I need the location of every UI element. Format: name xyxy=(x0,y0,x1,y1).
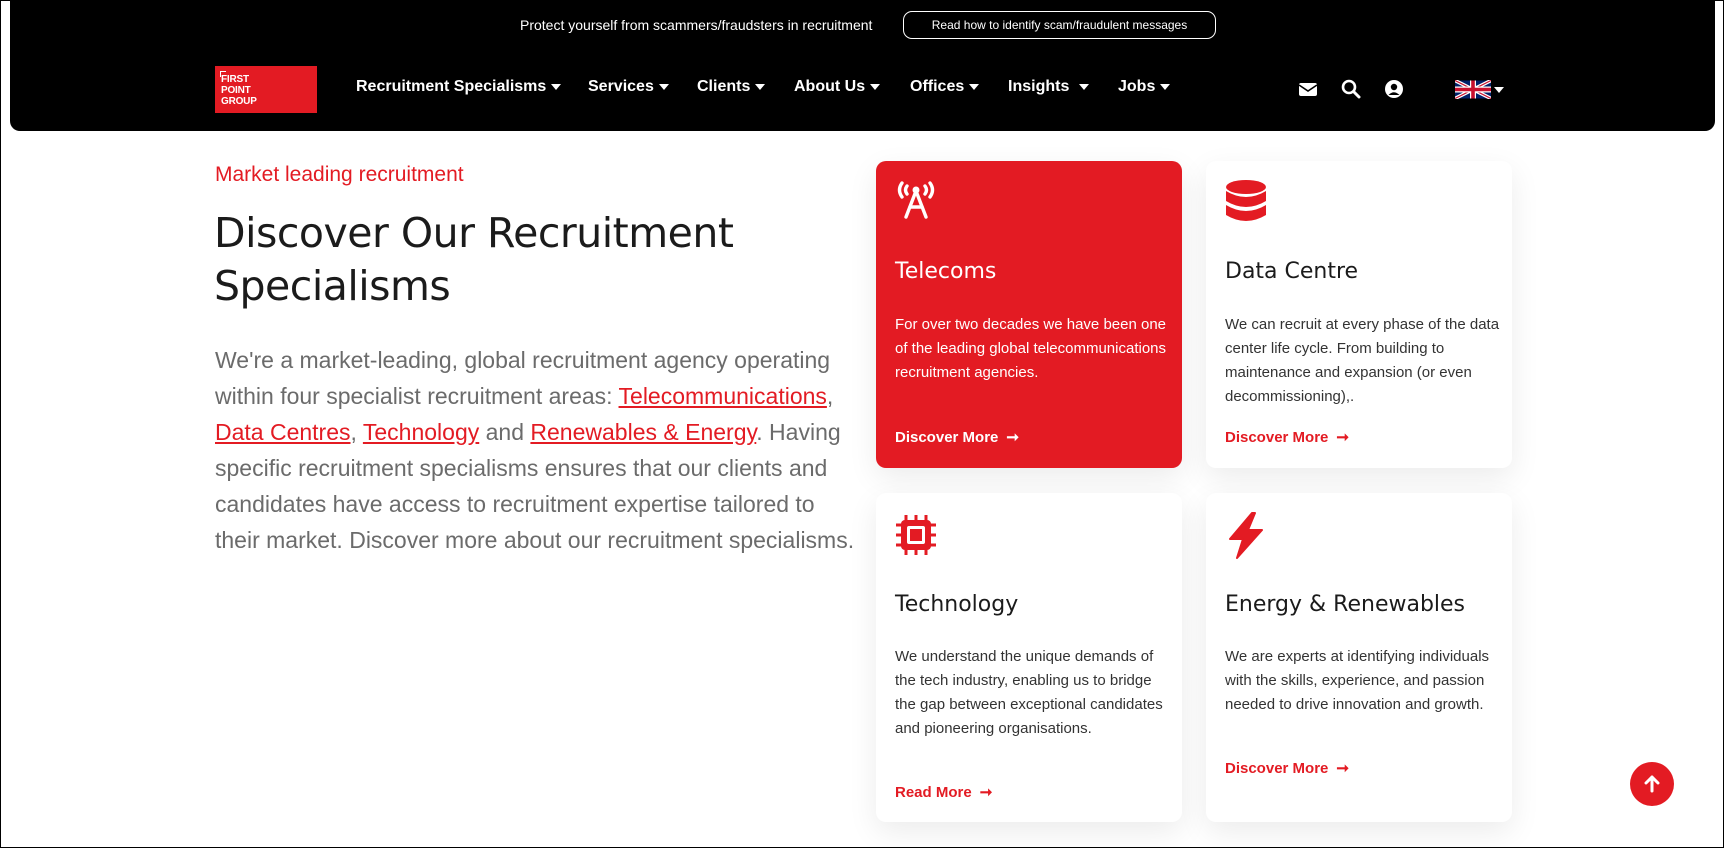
arrow-right-icon: ➞ xyxy=(1336,760,1349,777)
chevron-down-icon xyxy=(658,83,669,90)
search-icon[interactable] xyxy=(1341,79,1361,99)
chevron-down-icon xyxy=(969,83,980,90)
card-energy-renewables[interactable]: Energy & Renewables We are experts at id… xyxy=(1206,493,1512,822)
chevron-down-icon xyxy=(870,83,881,90)
nav-offices[interactable]: Offices xyxy=(910,78,980,96)
scam-notice-bar: Protect yourself from scammers/fraudster… xyxy=(10,10,1715,40)
card-description: For over two decades we have been one of… xyxy=(895,316,1167,381)
nav-clients[interactable]: Clients xyxy=(697,78,766,96)
scam-info-button[interactable]: Read how to identify scam/fraudulent mes… xyxy=(903,11,1216,39)
link-renewables-energy[interactable]: Renewables & Energy xyxy=(530,419,756,445)
user-icon[interactable] xyxy=(1384,79,1404,99)
uk-flag-icon[interactable] xyxy=(1455,80,1491,99)
discover-more-link[interactable]: Discover More ➞ xyxy=(1225,428,1349,446)
discover-more-link[interactable]: Discover More ➞ xyxy=(1225,759,1349,777)
page-title: Discover Our Recruitment Specialisms xyxy=(214,209,734,310)
antenna-tower-icon xyxy=(897,181,935,219)
arrow-right-icon: ➞ xyxy=(979,784,993,801)
logo-text: FIRST POINT GROUP xyxy=(221,74,257,107)
first-point-group-logo[interactable]: FIRST POINT GROUP xyxy=(215,66,317,113)
chevron-down-icon xyxy=(1160,83,1171,90)
scam-notice-text: Protect yourself from scammers/fraudster… xyxy=(520,17,873,33)
nav-insights[interactable]: Insights xyxy=(1008,78,1090,96)
microchip-icon xyxy=(896,515,936,555)
card-title: Data Centre xyxy=(1225,259,1359,284)
nav-recruitment-specialisms[interactable]: Recruitment Specialisms xyxy=(356,78,562,96)
scroll-to-top-button[interactable] xyxy=(1630,762,1674,806)
arrow-up-icon xyxy=(1644,775,1660,793)
language-chevron-down-icon[interactable] xyxy=(1494,87,1504,93)
card-technology[interactable]: Technology We understand the unique dema… xyxy=(876,493,1182,822)
link-telecommunications[interactable]: Telecommunications xyxy=(619,383,827,409)
site-header: Protect yourself from scammers/fraudster… xyxy=(10,0,1715,131)
link-data-centres[interactable]: Data Centres xyxy=(215,419,351,445)
chevron-down-icon xyxy=(551,83,562,90)
card-title: Energy & Renewables xyxy=(1225,592,1466,617)
read-more-link[interactable]: Read More ➞ xyxy=(895,783,992,801)
nav-services[interactable]: Services xyxy=(588,78,669,96)
envelope-icon[interactable] xyxy=(1298,79,1318,99)
database-icon xyxy=(1226,180,1266,221)
card-title: Technology xyxy=(895,592,1019,617)
card-description: We understand the unique demands of the … xyxy=(895,648,1163,737)
nav-about-us[interactable]: About Us xyxy=(794,78,881,96)
arrow-right-icon: ➞ xyxy=(1336,429,1349,446)
card-data-centre[interactable]: Data Centre We can recruit at every phas… xyxy=(1206,161,1512,468)
chevron-down-icon xyxy=(755,83,766,90)
link-technology[interactable]: Technology xyxy=(363,419,479,445)
lightning-bolt-icon xyxy=(1229,512,1263,559)
nav-jobs[interactable]: Jobs xyxy=(1118,78,1171,96)
arrow-right-icon: ➞ xyxy=(1006,429,1019,446)
card-title: Telecoms xyxy=(895,259,997,284)
chevron-down-icon xyxy=(1079,83,1090,90)
card-description: We are experts at identifying individual… xyxy=(1225,648,1490,713)
discover-more-link[interactable]: Discover More ➞ xyxy=(895,428,1019,446)
card-description: We can recruit at every phase of the dat… xyxy=(1225,316,1500,405)
eyebrow-text: Market leading recruitment xyxy=(215,163,464,186)
intro-paragraph: We're a market-leading, global recruitme… xyxy=(215,347,855,553)
card-telecoms[interactable]: Telecoms For over two decades we have be… xyxy=(876,161,1182,468)
